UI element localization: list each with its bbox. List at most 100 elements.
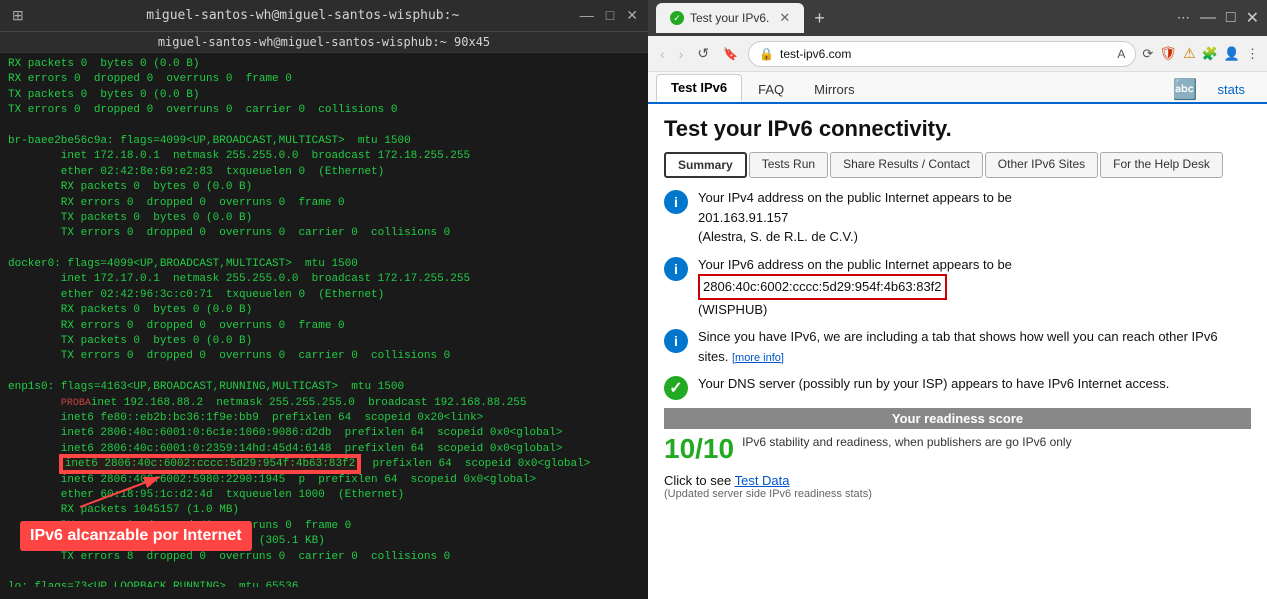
site-tab-mirrors[interactable]: Mirrors — [800, 77, 868, 102]
readiness-desc: IPv6 stability and readiness, when publi… — [742, 433, 1072, 451]
term-line-17: RX packets 0 bytes 0 (0.0 B) — [8, 303, 640, 318]
term-line-22: enp1s0: flags=4163<UP,BROADCAST,RUNNING,… — [8, 380, 640, 395]
content-tabs: Summary Tests Run Share Results / Contac… — [664, 152, 1251, 178]
profile-icon[interactable]: 👤 — [1224, 46, 1240, 62]
ipv6-info-text: Your IPv6 address on the public Internet… — [698, 255, 1012, 320]
reload-button[interactable]: ↺ — [693, 43, 713, 64]
close-button[interactable]: ✕ — [626, 7, 638, 24]
content-tab-other-ipv6[interactable]: Other IPv6 Sites — [985, 152, 1098, 178]
test-data-row: Click to see Test Data — [664, 473, 1251, 488]
readiness-section: Your readiness score 10/10 IPv6 stabilit… — [664, 408, 1251, 465]
term-line-6: br-baee2be56c9a: flags=4099<UP,BROADCAST… — [8, 134, 640, 149]
browser-close[interactable]: ✕ — [1246, 8, 1259, 28]
term-line-23: PROBAinet 192.168.88.2 netmask 255.255.2… — [8, 396, 640, 411]
term-line-25: inet6 2806:40c:6001:0:6c1e:1060:9086:d2d… — [8, 426, 640, 441]
lock-icon: 🔒 — [759, 47, 774, 61]
content-tab-help-desk[interactable]: For the Help Desk — [1100, 152, 1223, 178]
content-tab-share[interactable]: Share Results / Contact — [830, 152, 983, 178]
content-tab-tests-run[interactable]: Tests Run — [749, 152, 828, 178]
browser-titlebar: ✓ Test your IPv6. ✕ + ⋯ — □ ✕ — [648, 0, 1267, 36]
ipv6-tab-note-text: Since you have IPv6, we are including a … — [698, 327, 1251, 366]
annotation-label: IPv6 alcanzable por Internet — [20, 521, 252, 551]
term-line-3: TX packets 0 bytes 0 (0.0 B) — [8, 88, 640, 103]
term-line-15: inet 172.17.0.1 netmask 255.255.0.0 broa… — [8, 272, 640, 287]
site-tab-stats[interactable]: stats — [1204, 77, 1259, 102]
address-bar[interactable]: 🔒 test-ipv6.com A — [748, 41, 1136, 67]
menu-icon[interactable]: ⋮ — [1246, 46, 1259, 62]
term-line-4: TX errors 0 dropped 0 overruns 0 carrier… — [8, 103, 640, 118]
term-line-16: ether 02:42:96:3c:c0:71 txqueuelen 0 (Et… — [8, 288, 640, 303]
term-line-34 — [8, 565, 640, 580]
translate-page-icon[interactable]: ⟳ — [1142, 46, 1153, 62]
term-line-1: RX packets 0 bytes 0 (0.0 B) — [8, 57, 640, 72]
term-line-12: TX errors 0 dropped 0 overruns 0 carrier… — [8, 226, 640, 241]
ipv6-org: (WISPHUB) — [698, 302, 767, 317]
more-info-link[interactable]: [more info] — [732, 352, 784, 364]
term-line-19: TX packets 0 bytes 0 (0.0 B) — [8, 334, 640, 349]
term-line-5 — [8, 119, 640, 134]
page-content: Test your IPv6 connectivity. Summary Tes… — [648, 104, 1267, 599]
terminal-titlebar: ⊞ miguel-santos-wh@miguel-santos-wisphub… — [0, 0, 648, 32]
shield-orange-icon: ⚠ — [1183, 45, 1196, 62]
site-tab-faq[interactable]: FAQ — [744, 77, 798, 102]
test-data-link[interactable]: Test Data — [735, 473, 790, 488]
content-tab-summary[interactable]: Summary — [664, 152, 747, 178]
browser-minimize[interactable]: — — [1200, 9, 1216, 27]
back-button[interactable]: ‹ — [656, 44, 669, 64]
terminal-panel: ⊞ miguel-santos-wh@miguel-santos-wisphub… — [0, 0, 648, 599]
term-line-8: ether 02:42:8e:69:e2:83 txqueuelen 0 (Et… — [8, 165, 640, 180]
tab-close-button[interactable]: ✕ — [779, 10, 790, 26]
terminal-title: miguel-santos-wh@miguel-santos-wisphub:~ — [26, 8, 580, 23]
browser-maximize[interactable]: □ — [1226, 9, 1236, 27]
dns-row: ✓ Your DNS server (possibly run by your … — [664, 374, 1251, 400]
updated-text: (Updated server side IPv6 readiness stat… — [664, 488, 1251, 500]
ipv6-info-icon: i — [664, 257, 688, 281]
ipv4-row: i Your IPv4 address on the public Intern… — [664, 188, 1251, 247]
grid-icon: ⊞ — [10, 5, 26, 26]
ipv4-info-text: Your IPv4 address on the public Internet… — [698, 188, 1012, 247]
site-tabs: Test IPv6 FAQ Mirrors 🔤 stats — [648, 72, 1267, 104]
bookmark-button[interactable]: 🔖 — [719, 45, 742, 63]
tab-title: Test your IPv6. — [690, 11, 769, 25]
terminal-content: RX packets 0 bytes 0 (0.0 B) RX errors 0… — [0, 53, 648, 587]
browser-panel: ✓ Test your IPv6. ✕ + ⋯ — □ ✕ ‹ › ↺ 🔖 🔒 … — [648, 0, 1267, 599]
page-title: Test your IPv6 connectivity. — [664, 116, 1251, 142]
browser-chevron-down[interactable]: ⋯ — [1177, 10, 1190, 26]
forward-button[interactable]: › — [675, 44, 688, 64]
term-line-24: inet6 fe80::eb2b:bc36:1f9e:bb9 prefixlen… — [8, 411, 640, 426]
readiness-header: Your readiness score — [664, 408, 1251, 429]
info-rows: i Your IPv4 address on the public Intern… — [664, 188, 1251, 400]
annotation-arrow-svg — [20, 467, 200, 517]
extensions-icon[interactable]: 🧩 — [1202, 46, 1218, 62]
terminal-window-controls[interactable]: — □ ✕ — [580, 7, 638, 24]
translate-icon: A — [1117, 47, 1125, 61]
term-line-11: TX packets 0 bytes 0 (0.0 B) — [8, 211, 640, 226]
address-text: test-ipv6.com — [780, 47, 1111, 61]
new-tab-button[interactable]: + — [814, 8, 825, 29]
minimize-button[interactable]: — — [580, 7, 594, 24]
readiness-score: 10/10 — [664, 433, 734, 465]
dns-check-icon: ✓ — [664, 376, 688, 400]
term-line-18: RX errors 0 dropped 0 overruns 0 frame 0 — [8, 319, 640, 334]
ipv6-row: i Your IPv6 address on the public Intern… — [664, 255, 1251, 320]
site-tab-test-ipv6[interactable]: Test IPv6 — [656, 74, 742, 102]
annotation-container: IPv6 alcanzable por Internet — [20, 467, 252, 551]
test-data-label: Click to see — [664, 473, 731, 488]
browser-tab[interactable]: ✓ Test your IPv6. ✕ — [656, 3, 804, 33]
dns-info-text: Your DNS server (possibly run by your IS… — [698, 374, 1169, 394]
term-line-26: inet6 2806:40c:6001:0:2359:14hd:45d4:614… — [8, 442, 640, 457]
ipv6-label: Your IPv6 address on the public Internet… — [698, 257, 1012, 272]
shield-red-icon: 🛡 — [1159, 45, 1177, 62]
ipv4-org: (Alestra, S. de R.L. de C.V.) — [698, 229, 858, 244]
term-line-33: TX errors 8 dropped 0 overruns 0 carrier… — [8, 550, 640, 565]
term-line-9: RX packets 0 bytes 0 (0.0 B) — [8, 180, 640, 195]
maximize-button[interactable]: □ — [606, 7, 614, 24]
terminal-subtitle: miguel-santos-wh@miguel-santos-wisphub:~… — [0, 32, 648, 53]
term-line-13 — [8, 242, 640, 257]
ipv4-address: 201.163.91.157 — [698, 210, 788, 225]
browser-window-controls[interactable]: ⋯ — □ ✕ — [1177, 8, 1259, 28]
browser-navbar: ‹ › ↺ 🔖 🔒 test-ipv6.com A ⟳ 🛡 ⚠ 🧩 👤 ⋮ — [648, 36, 1267, 72]
term-line-10: RX errors 0 dropped 0 overruns 0 frame 0 — [8, 196, 640, 211]
translate-annotation-icon: 🔤 — [1173, 77, 1198, 102]
ipv6-tab-note-icon: i — [664, 329, 688, 353]
